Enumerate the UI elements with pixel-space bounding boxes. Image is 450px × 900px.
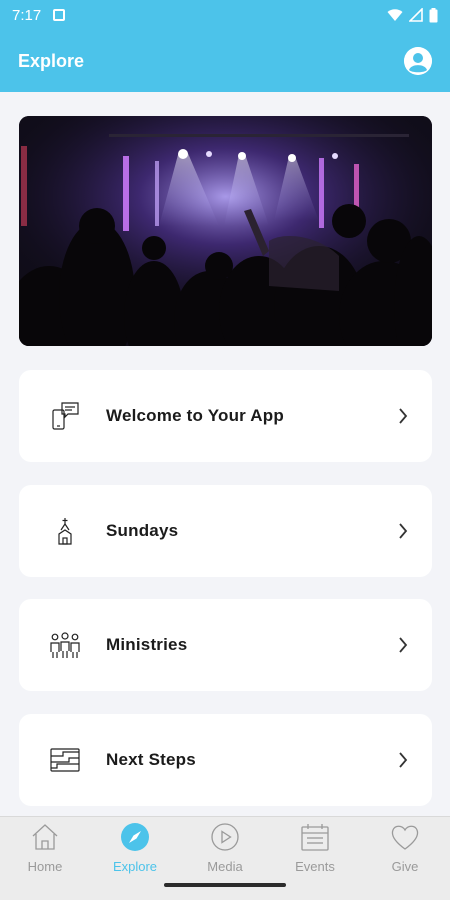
- explore-content[interactable]: Welcome to Your App Sundays Ministries N…: [0, 92, 450, 816]
- card-next-steps[interactable]: Next Steps: [19, 714, 432, 806]
- notification-icon: [53, 9, 66, 21]
- signal-icon: [409, 8, 423, 22]
- card-sundays[interactable]: Sundays: [19, 485, 432, 577]
- app-header: Explore: [0, 30, 450, 92]
- worship-concert-photo[interactable]: [19, 116, 432, 346]
- battery-icon: [429, 7, 438, 22]
- steps-icon: [49, 744, 81, 776]
- compass-icon: [119, 821, 151, 853]
- home-icon: [29, 821, 61, 853]
- card-label: Ministries: [106, 635, 188, 654]
- nav-label: Explore: [112, 859, 158, 874]
- card-label: Next Steps: [106, 750, 196, 769]
- nav-events[interactable]: Events: [275, 821, 355, 881]
- nav-label: Home: [27, 859, 63, 874]
- status-bar: 7:17: [0, 0, 450, 30]
- nav-label: Media: [207, 859, 243, 874]
- nav-media[interactable]: Media: [185, 821, 265, 881]
- card-label: Welcome to Your App: [106, 406, 284, 425]
- calendar-icon: [299, 821, 331, 853]
- chevron-right-icon: [396, 522, 410, 540]
- chevron-right-icon: [396, 636, 410, 654]
- nav-explore[interactable]: Explore: [95, 821, 175, 881]
- nav-label: Give: [391, 859, 419, 874]
- nav-label: Events: [295, 859, 335, 874]
- bottom-navigation: Home Explore Media Events Give: [0, 816, 450, 900]
- card-welcome[interactable]: Welcome to Your App: [19, 370, 432, 462]
- chevron-right-icon: [396, 751, 410, 769]
- card-ministries[interactable]: Ministries: [19, 599, 432, 691]
- home-indicator[interactable]: [164, 883, 286, 887]
- card-label: Sundays: [106, 521, 179, 540]
- church-icon: [49, 515, 81, 547]
- status-time: 7:17: [12, 6, 42, 24]
- profile-icon[interactable]: [404, 47, 432, 75]
- chevron-right-icon: [396, 407, 410, 425]
- heart-icon: [389, 821, 421, 853]
- nav-home[interactable]: Home: [5, 821, 85, 881]
- page-title: Explore: [18, 50, 85, 71]
- status-icons: [387, 7, 438, 23]
- nav-give[interactable]: Give: [365, 821, 445, 881]
- play-icon: [209, 821, 241, 853]
- wifi-icon: [387, 9, 403, 21]
- welcome-phone-icon: [49, 400, 81, 432]
- people-icon: [49, 629, 81, 661]
